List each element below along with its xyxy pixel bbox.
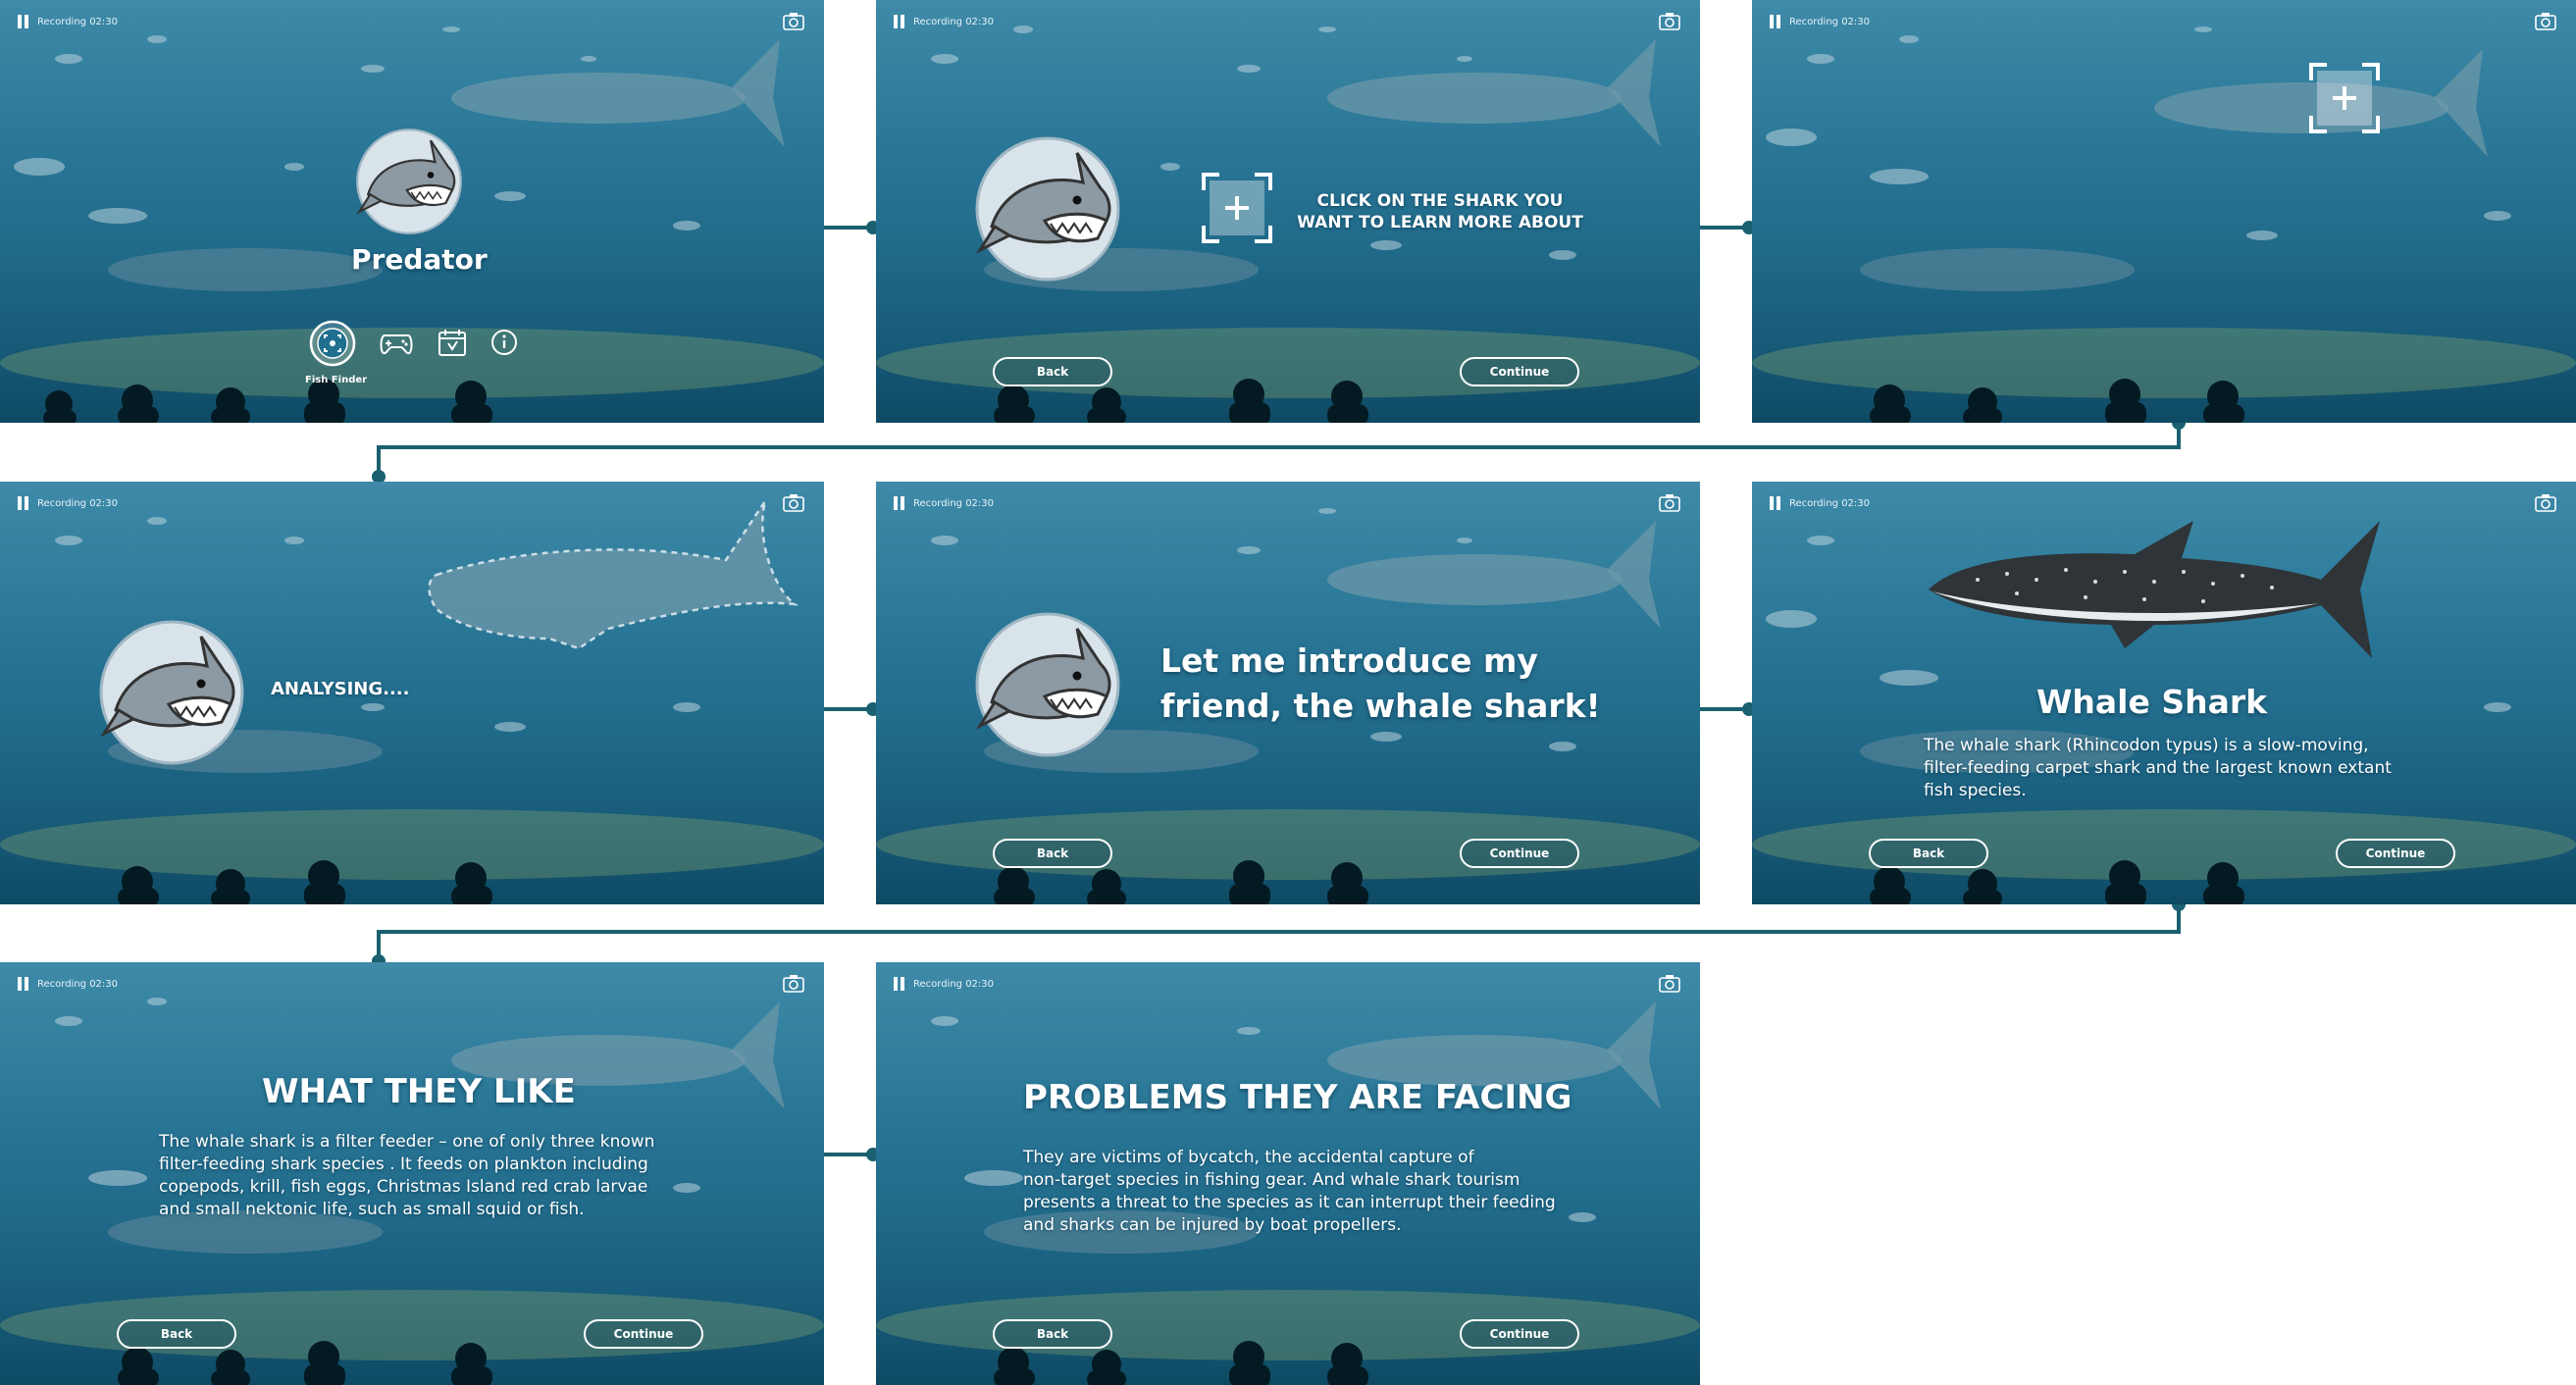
camera-icon[interactable]: [783, 12, 804, 31]
screen-introduce: Recording 02:30 Let me introduce my frie…: [876, 482, 1700, 904]
recording-indicator[interactable]: Recording 02:30: [1770, 15, 1870, 28]
analysing-status: ANALYSING....: [271, 679, 410, 699]
continue-button[interactable]: Continue: [1460, 357, 1579, 386]
aquarium-background: [1752, 26, 2576, 423]
recording-indicator[interactable]: Recording 02:30: [1770, 496, 1870, 510]
gamepad-icon[interactable]: [379, 328, 414, 357]
info-icon[interactable]: [490, 329, 518, 356]
screen-predator-menu: Recording 02:30 Predator Fish Finder: [0, 0, 824, 423]
description-line: The whale shark (Rhincodon typus) is a s…: [1924, 736, 2369, 755]
recording-time: Recording 02:30: [37, 16, 119, 27]
recording-time: Recording 02:30: [913, 497, 995, 509]
body-line: and sharks can be injured by boat propel…: [1023, 1215, 1402, 1235]
pause-icon[interactable]: [18, 496, 28, 510]
back-button[interactable]: Back: [993, 357, 1112, 386]
fish-finder-icon[interactable]: [309, 320, 356, 367]
intro-line: Let me introduce my: [1160, 641, 1538, 680]
recording-time: Recording 02:30: [37, 978, 119, 990]
camera-icon[interactable]: [783, 974, 804, 994]
instruction-line: WANT TO LEARN MORE ABOUT: [1297, 213, 1583, 232]
body-line: and small nektonic life, such as small s…: [159, 1200, 585, 1219]
fish-finder-label: Fish Finder: [305, 375, 368, 385]
screen-problems: Recording 02:30 PROBLEMS THEY ARE FACING…: [876, 962, 1700, 1385]
body-line: filter-feeding shark species . It feeds …: [159, 1154, 648, 1174]
continue-button[interactable]: Continue: [1460, 1319, 1579, 1349]
back-button[interactable]: Back: [993, 839, 1112, 868]
recording-indicator[interactable]: Recording 02:30: [894, 977, 994, 991]
species-title: Whale Shark: [2036, 683, 2268, 721]
screen-what-they-like: Recording 02:30 WHAT THEY LIKE The whale…: [0, 962, 824, 1385]
camera-icon[interactable]: [2535, 493, 2556, 513]
section-title: WHAT THEY LIKE: [262, 1072, 576, 1111]
screen-select-shark: Recording 02:30 CLICK ON THE SHARK YOU W…: [876, 0, 1700, 423]
recording-time: Recording 02:30: [1789, 497, 1871, 509]
screen-target-shark: Recording 02:30: [1752, 0, 2576, 423]
section-body: They are victims of bycatch, the acciden…: [1023, 1147, 1556, 1237]
pause-icon[interactable]: [894, 977, 904, 991]
body-line: presents a threat to the species as it c…: [1023, 1193, 1556, 1212]
back-button[interactable]: Back: [117, 1319, 236, 1349]
calendar-icon[interactable]: [437, 328, 468, 357]
continue-button[interactable]: Continue: [584, 1319, 703, 1349]
recording-time: Recording 02:30: [1789, 16, 1871, 27]
pause-icon[interactable]: [1770, 15, 1780, 28]
recording-indicator[interactable]: Recording 02:30: [18, 496, 118, 510]
recording-indicator[interactable]: Recording 02:30: [894, 496, 994, 510]
camera-icon[interactable]: [1659, 493, 1680, 513]
pause-icon[interactable]: [18, 977, 28, 991]
description-line: filter-feeding carpet shark and the larg…: [1924, 758, 2392, 778]
body-line: non-target species in fishing gear. And …: [1023, 1170, 1520, 1190]
recording-time: Recording 02:30: [913, 978, 995, 990]
back-button[interactable]: Back: [1869, 839, 1988, 868]
body-line: copepods, krill, fish eggs, Christmas Is…: [159, 1177, 648, 1197]
back-button[interactable]: Back: [993, 1319, 1112, 1349]
shark-mascot: [975, 612, 1120, 757]
pause-icon[interactable]: [18, 15, 28, 28]
body-line: They are victims of bycatch, the acciden…: [1023, 1148, 1474, 1167]
body-line: The whale shark is a filter feeder – one…: [159, 1132, 655, 1152]
pause-icon[interactable]: [1770, 496, 1780, 510]
shark-mascot: [356, 128, 462, 234]
camera-icon[interactable]: [1659, 974, 1680, 994]
instruction-line: CLICK ON THE SHARK YOU: [1316, 191, 1564, 211]
mode-title: Predator: [351, 243, 488, 276]
add-target-icon[interactable]: [1202, 173, 1272, 243]
whale-shark-image: [1929, 521, 2380, 658]
pause-icon[interactable]: [894, 496, 904, 510]
recording-time: Recording 02:30: [913, 16, 995, 27]
shark-mascot: [975, 136, 1120, 282]
add-target-icon[interactable]: [2309, 63, 2380, 133]
shark-mascot: [99, 620, 244, 765]
camera-icon[interactable]: [1659, 12, 1680, 31]
continue-button[interactable]: Continue: [2336, 839, 2455, 868]
recording-indicator[interactable]: Recording 02:30: [18, 977, 118, 991]
pause-icon[interactable]: [894, 15, 904, 28]
intro-text: Let me introduce my friend, the whale sh…: [1160, 639, 1601, 729]
description-line: fish species.: [1924, 781, 2027, 800]
screen-analysing: Recording 02:30 ANALYSING....: [0, 482, 824, 904]
recording-time: Recording 02:30: [37, 497, 119, 509]
continue-button[interactable]: Continue: [1460, 839, 1579, 868]
recording-indicator[interactable]: Recording 02:30: [18, 15, 118, 28]
instruction-text: CLICK ON THE SHARK YOU WANT TO LEARN MOR…: [1293, 190, 1587, 233]
camera-icon[interactable]: [783, 493, 804, 513]
intro-line: friend, the whale shark!: [1160, 687, 1601, 725]
section-body: The whale shark is a filter feeder – one…: [159, 1131, 654, 1221]
camera-icon[interactable]: [2535, 12, 2556, 31]
section-title: PROBLEMS THEY ARE FACING: [1023, 1078, 1572, 1117]
screen-whale-shark-info: Recording 02:30 Whale Shark The whale sh…: [1752, 482, 2576, 904]
species-description: The whale shark (Rhincodon typus) is a s…: [1924, 735, 2392, 802]
recording-indicator[interactable]: Recording 02:30: [894, 15, 994, 28]
